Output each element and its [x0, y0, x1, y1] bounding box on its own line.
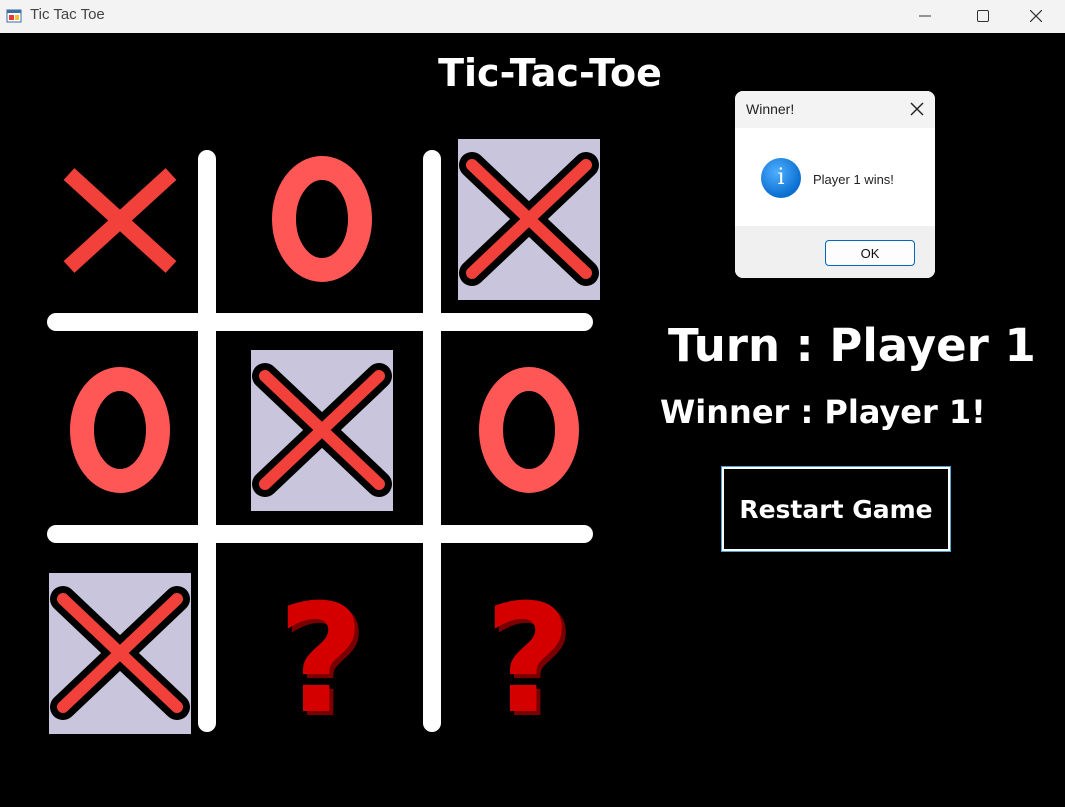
board-cell-8[interactable]: ? ? — [251, 573, 393, 734]
ok-button[interactable]: OK — [825, 240, 915, 266]
dialog-title: Winner! — [746, 101, 795, 117]
close-icon — [910, 102, 924, 116]
board-cell-9[interactable]: ? ? — [458, 573, 600, 734]
dialog-footer: OK — [735, 226, 935, 278]
app-icon — [6, 9, 22, 23]
dialog-titlebar: Winner! — [735, 91, 935, 128]
svg-text:?: ? — [277, 573, 364, 734]
board-cell-1[interactable] — [49, 139, 191, 300]
dialog-message: Player 1 wins! — [813, 172, 894, 187]
game-board: ? ? ? ? — [0, 33, 620, 807]
close-button[interactable] — [1007, 0, 1065, 33]
svg-text:?: ? — [484, 573, 571, 734]
maximize-button[interactable] — [954, 0, 1012, 33]
grid-line-vertical-2 — [423, 150, 441, 732]
winner-label: Winner : Player 1! — [660, 393, 986, 431]
maximize-icon — [977, 10, 989, 22]
restart-game-button[interactable]: Restart Game — [722, 467, 950, 551]
winner-dialog: Winner! i Player 1 wins! OK — [735, 91, 935, 278]
grid-line-vertical-1 — [198, 150, 216, 732]
o-mark-icon — [272, 156, 372, 282]
board-cell-3[interactable] — [458, 139, 600, 300]
board-cell-4[interactable] — [49, 350, 191, 511]
board-cell-5[interactable] — [251, 350, 393, 511]
x-mark-highlighted-icon — [251, 350, 393, 511]
board-cell-6[interactable] — [458, 350, 600, 511]
question-mark-icon: ? ? — [484, 573, 575, 734]
o-mark-icon — [70, 367, 170, 493]
grid-line-horizontal-1 — [47, 313, 593, 331]
x-mark-highlighted-icon — [49, 573, 191, 734]
x-mark-icon — [63, 168, 177, 273]
board-cell-2[interactable] — [251, 139, 393, 300]
window-title: Tic Tac Toe — [30, 6, 105, 23]
x-mark-highlighted-icon — [458, 139, 600, 300]
minimize-button[interactable] — [896, 0, 954, 33]
o-mark-icon — [479, 367, 579, 493]
dialog-close-button[interactable] — [909, 101, 925, 117]
close-icon — [1030, 10, 1042, 22]
dialog-body: i Player 1 wins! — [735, 128, 935, 226]
board-cell-7[interactable] — [49, 573, 191, 734]
question-mark-icon: ? ? — [277, 573, 368, 734]
window-titlebar: Tic Tac Toe — [0, 0, 1065, 33]
grid-line-horizontal-2 — [47, 525, 593, 543]
information-icon: i — [761, 158, 801, 198]
turn-label: Turn : Player 1 — [668, 319, 1036, 372]
minimize-icon — [919, 15, 931, 17]
